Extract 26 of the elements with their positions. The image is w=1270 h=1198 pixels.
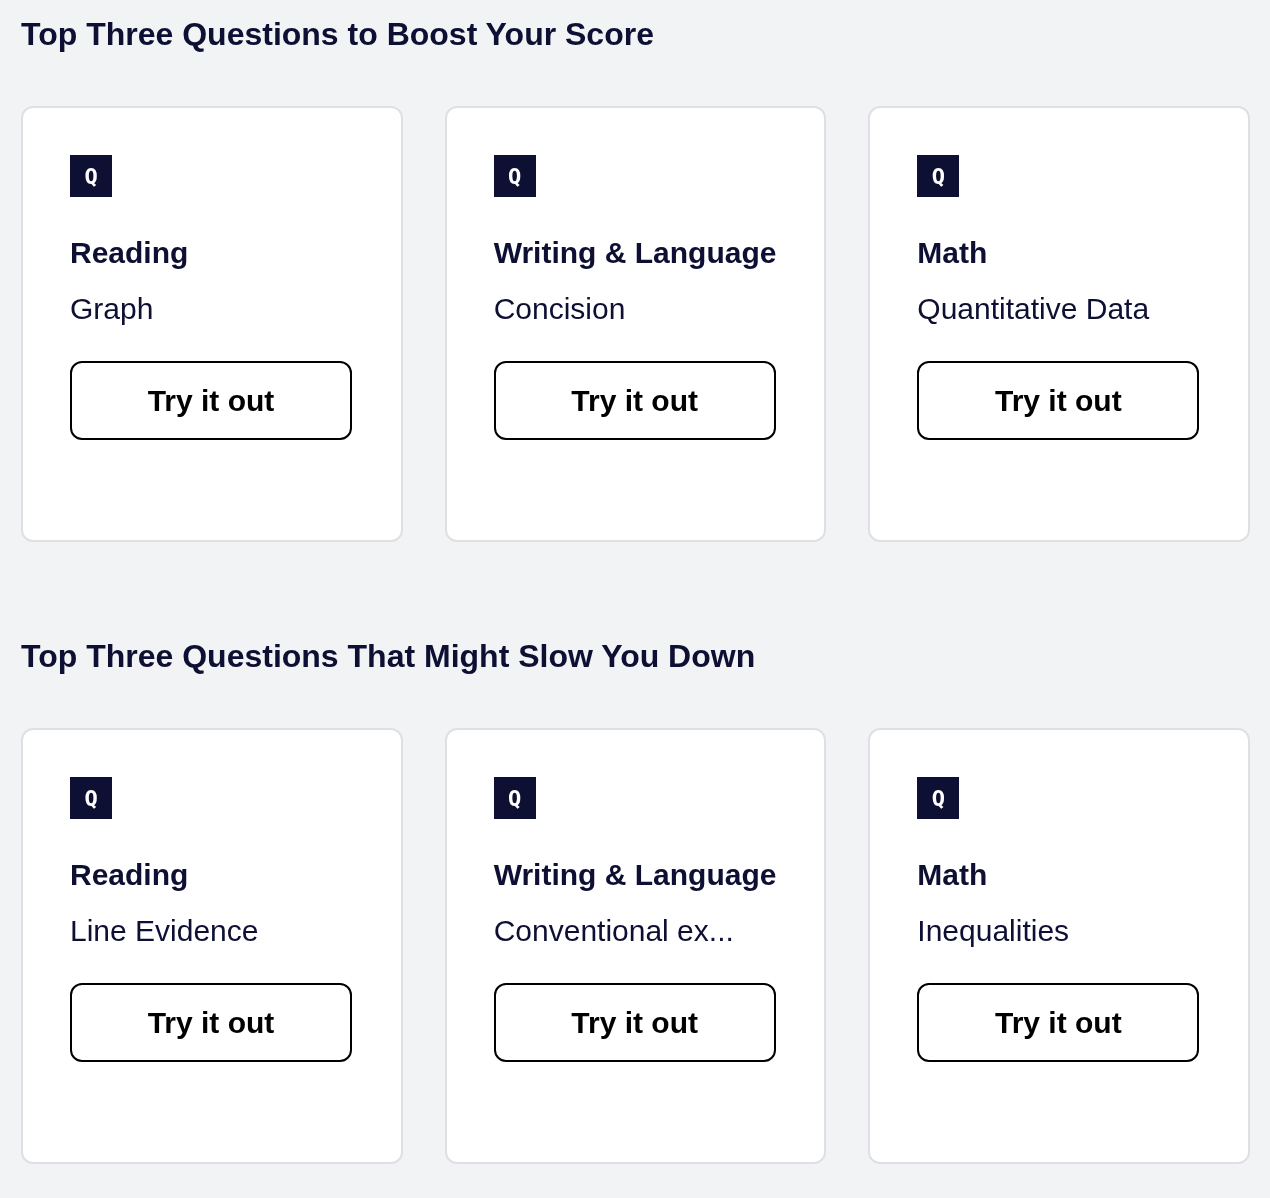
topic-label: Quantitative Data (917, 291, 1151, 327)
topic-label: Graph (70, 291, 155, 327)
subject-title: Math (917, 857, 989, 893)
question-badge: Q (70, 777, 112, 819)
subject-title: Reading (70, 235, 190, 271)
subject-title: Reading (70, 857, 190, 893)
question-badge: Q (917, 155, 960, 197)
section-heading: Top Three Questions to Boost Your Score (21, 15, 655, 54)
try-it-out-button[interactable]: Try it out (493, 361, 776, 440)
section-heading: Top Three Questions That Might Slow You Down (21, 637, 757, 676)
question-badge: Q (493, 155, 536, 197)
try-it-out-button[interactable]: Try it out (917, 361, 1200, 440)
try-it-out-button[interactable]: Try it out (70, 983, 352, 1062)
topic-label: Conventional ex... (493, 913, 735, 949)
try-it-out-button[interactable]: Try it out (493, 983, 776, 1062)
topic-label: Line Evidence (70, 913, 260, 949)
subject-title: Math (917, 235, 989, 271)
subject-title: Writing & Language (493, 235, 778, 271)
try-it-out-button[interactable]: Try it out (70, 361, 352, 440)
question-badge: Q (493, 777, 536, 819)
question-badge: Q (70, 155, 112, 197)
topic-label: Inequalities (917, 913, 1071, 949)
question-badge: Q (917, 777, 960, 819)
topic-label: Concision (493, 291, 627, 327)
subject-title: Writing & Language (493, 857, 778, 893)
try-it-out-button[interactable]: Try it out (917, 983, 1200, 1062)
